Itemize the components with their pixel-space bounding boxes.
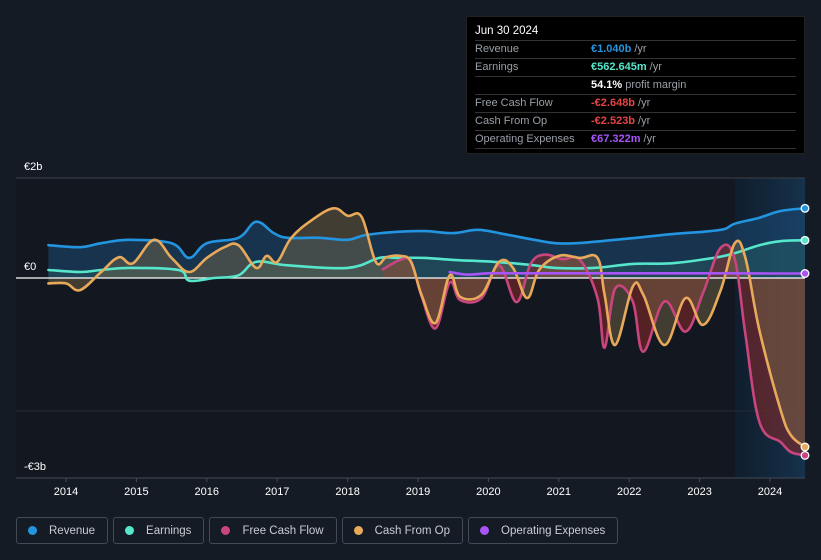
tooltip-row-label: Earnings (475, 61, 519, 73)
x-axis-ticks: 2014 2015 2016 2017 2018 2019 2020 2021 2022 2023… (54, 478, 782, 498)
tooltip-rows: Revenue €1.040b/yr Earnings €562.645m/yr 54.… (475, 41, 796, 149)
x-tick-label: 2018 (335, 486, 359, 498)
tooltip-row-unit: /yr (634, 43, 647, 55)
legend-dot-icon (353, 526, 363, 535)
legend-dot-icon (125, 526, 135, 535)
tooltip-row-value: -€2.648b (591, 97, 636, 109)
legend-label: Earnings (146, 524, 192, 537)
tooltip-row-unit: /yr (638, 115, 651, 127)
tooltip-row: Free Cash Flow -€2.648b/yr (475, 95, 796, 113)
y-tick-label-bottom: -€3b (24, 461, 46, 473)
tooltip-row-unit: /yr (643, 133, 656, 145)
legend-label: Operating Expenses (501, 524, 606, 537)
tooltip-row-value: €562.645m (591, 61, 647, 73)
legend-item-revenue[interactable]: Revenue (16, 517, 109, 544)
legend-dot-icon (221, 526, 231, 535)
x-tick-label: 2020 (476, 486, 500, 498)
legend-label: Cash From Op (374, 524, 451, 537)
tooltip-row: Cash From Op -€2.523b/yr (475, 113, 796, 131)
tooltip-row-value: 54.1% (591, 79, 623, 91)
operating-expenses-end-dot[interactable] (800, 269, 810, 278)
legend-item-cash-from-op[interactable]: Cash From Op (341, 517, 464, 544)
legend: Revenue Earnings Free Cash Flow Cash From O… (16, 517, 619, 544)
tooltip-row-unit: /yr (638, 97, 651, 109)
x-tick-label: 2019 (406, 486, 430, 498)
x-tick-label: 2023 (687, 486, 711, 498)
legend-dot-icon (28, 526, 37, 535)
right-margin (805, 0, 821, 560)
tooltip-row: Earnings €562.645m/yr (475, 59, 796, 77)
x-tick-label: 2017 (265, 486, 289, 498)
tooltip-row-label: Operating Expenses (475, 133, 575, 145)
x-tick-label: 2016 (195, 486, 219, 498)
tooltip-row-value: -€2.523b (591, 115, 636, 127)
tooltip-row-value: €1.040b (591, 43, 632, 55)
x-tick-label: 2021 (547, 486, 571, 498)
cash-from-op-end-dot[interactable] (800, 442, 810, 452)
free-cash-flow-end-dot[interactable] (800, 450, 810, 460)
tooltip-row: Operating Expenses €67.322m/yr (475, 131, 796, 149)
tooltip-row: 54.1% profit margin (475, 77, 796, 95)
legend-item-earnings[interactable]: Earnings (113, 517, 205, 544)
tooltip-row-label: Revenue (475, 43, 520, 55)
x-tick-label: 2015 (124, 486, 148, 498)
tooltip-row-label: Free Cash Flow (475, 97, 553, 109)
y-tick-label-zero: €0 (24, 261, 36, 273)
tooltip-row-value: €67.322m (591, 133, 641, 145)
legend-label: Free Cash Flow (242, 524, 324, 537)
x-tick-label: 2014 (54, 486, 78, 498)
legend-label: Revenue (49, 524, 96, 537)
legend-dot-icon (480, 526, 490, 535)
revenue-end-dot[interactable] (800, 203, 810, 213)
tooltip-row-unit: /yr (649, 61, 662, 73)
tooltip: Jun 30 2024 Revenue €1.040b/yr Earnings €56… (466, 16, 805, 154)
x-tick-label: 2022 (617, 486, 641, 498)
operating-expenses-line (448, 270, 807, 276)
x-tick-label: 2024 (758, 486, 782, 498)
tooltip-row-label: Cash From Op (475, 115, 548, 127)
tooltip-row: Revenue €1.040b/yr (475, 41, 796, 59)
tooltip-date: Jun 30 2024 (475, 23, 796, 41)
y-tick-label-top: €2b (24, 161, 42, 173)
tooltip-row-label (475, 77, 591, 94)
legend-item-free-cash-flow[interactable]: Free Cash Flow (209, 517, 337, 544)
legend-item-operating-expenses[interactable]: Operating Expenses (468, 517, 619, 544)
tooltip-row-unit: profit margin (625, 79, 687, 91)
earnings-end-dot[interactable] (800, 235, 810, 245)
